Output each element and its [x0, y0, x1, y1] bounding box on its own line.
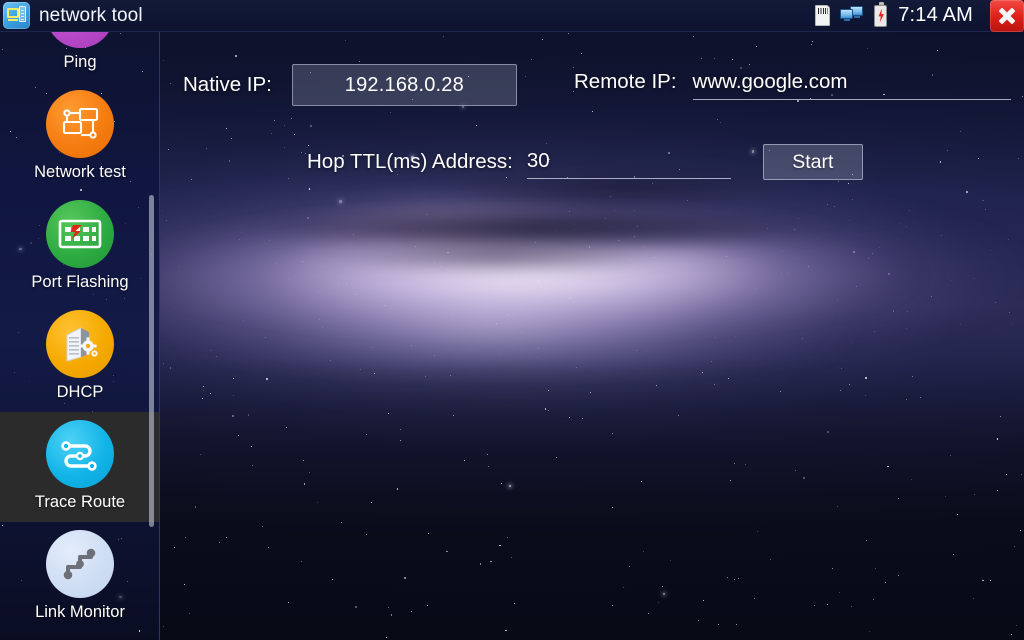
sidebar-item-link-monitor[interactable]: Link Monitor: [0, 522, 159, 632]
sd-card-icon: [815, 5, 831, 26]
dhcp-server-icon: [46, 310, 114, 378]
hop-ttl-row: Hop TTL(ms) Address: 30 Start: [307, 144, 863, 180]
hop-ttl-input[interactable]: 30: [526, 145, 731, 179]
hop-ttl-label: Hop TTL(ms) Address:: [307, 150, 513, 173]
title-bar: network tool 7:14 AM: [0, 0, 1024, 32]
main-content: Native IP: 192.168.0.28 Remote IP: www.g…: [161, 32, 1024, 640]
port-flashing-icon: [46, 200, 114, 268]
sidebar-item-label: Trace Route: [34, 493, 126, 511]
status-tray: 7:14 AM: [815, 0, 1024, 32]
native-ip-row: Native IP: 192.168.0.28: [183, 64, 517, 106]
sidebar-scrollbar-thumb[interactable]: [149, 195, 154, 527]
ping-icon: [46, 32, 114, 48]
network-test-icon: [46, 90, 114, 158]
start-button-label: Start: [792, 150, 834, 173]
clock-time: 7:14 AM: [898, 4, 973, 26]
native-ip-value-box: 192.168.0.28: [291, 64, 517, 106]
start-button[interactable]: Start: [762, 144, 863, 180]
battery-charging-icon: [874, 1, 888, 27]
sidebar-item-label: Link Monitor: [35, 603, 125, 621]
sidebar-item-dhcp[interactable]: DHCP: [0, 302, 159, 412]
sidebar-item-label: Ping: [63, 53, 97, 71]
network-connection-icon: [840, 6, 864, 25]
sidebar-item-label: DHCP: [56, 383, 104, 401]
sidebar-item-trace-route[interactable]: Trace Route: [0, 412, 159, 522]
sidebar-menu: Ping Network test Port Flashing DHCP Tra…: [0, 32, 159, 632]
sidebar-item-ping[interactable]: Ping: [0, 32, 159, 82]
remote-ip-row: Remote IP: www.google.com: [574, 64, 1011, 100]
close-icon[interactable]: [990, 0, 1024, 32]
sidebar[interactable]: Ping Network test Port Flashing DHCP Tra…: [0, 32, 160, 640]
link-monitor-icon: [46, 530, 114, 598]
hop-ttl-value: 30: [526, 149, 550, 172]
network-tool-icon: [3, 2, 30, 29]
sidebar-item-label: Network test: [34, 163, 126, 181]
window-title: network tool: [39, 4, 143, 26]
trace-route-icon: [46, 420, 114, 488]
sidebar-item-network-test[interactable]: Network test: [0, 82, 159, 192]
app-window: network tool 7:14 AM Ping Network test P…: [0, 0, 1024, 640]
remote-ip-label: Remote IP:: [574, 70, 677, 93]
remote-ip-input[interactable]: www.google.com: [692, 64, 1011, 100]
native-ip-label: Native IP:: [183, 73, 272, 96]
native-ip-value: 192.168.0.28: [344, 73, 464, 96]
sidebar-item-label: Port Flashing: [31, 273, 129, 291]
sidebar-item-port-flashing[interactable]: Port Flashing: [0, 192, 159, 302]
remote-ip-value: www.google.com: [692, 70, 848, 93]
